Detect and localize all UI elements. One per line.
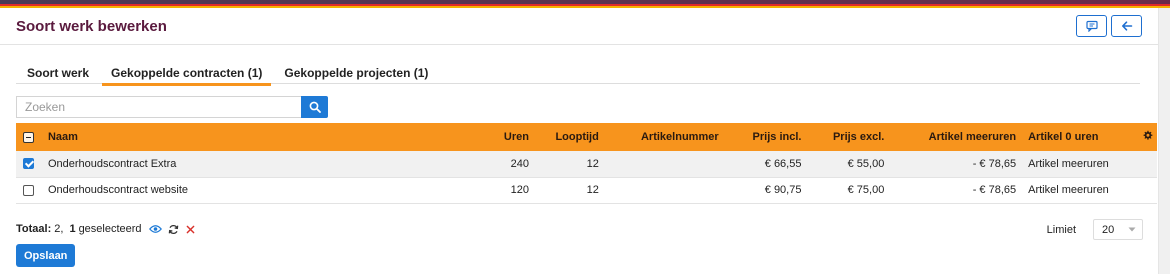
col-naam[interactable]: Naam	[42, 123, 321, 151]
page-scrollbar[interactable]	[1158, 8, 1170, 274]
edit-panel: Soort werk bewerken Soort werk Gekoppeld…	[0, 8, 1158, 274]
comment-button[interactable]	[1076, 15, 1107, 37]
refresh-icon[interactable]	[168, 224, 179, 235]
save-button[interactable]: Opslaan	[16, 244, 76, 267]
cell-artikel-meeruren: - € 78,65	[972, 184, 1017, 196]
caret-down-icon	[1128, 227, 1136, 232]
col-prijs-excl[interactable]: Prijs excl.	[807, 123, 890, 151]
page-title: Soort werk bewerken	[16, 17, 167, 35]
total-label: Totaal:	[16, 223, 52, 235]
contracts-table: Naam Uren Looptijd Artikelnummer Prijs i…	[16, 123, 1157, 204]
search-bar	[16, 96, 328, 118]
tab-soort-werk[interactable]: Soort werk	[16, 62, 100, 84]
col-artikel-meeruren[interactable]: Artikel meeruren	[890, 123, 1022, 151]
column-settings-button[interactable]	[1142, 123, 1157, 151]
selected-count: 1	[69, 223, 76, 235]
cell-prijs-excl: € 55,00	[847, 157, 885, 170]
limit-label: Limiet	[1046, 223, 1076, 236]
col-prijs-incl[interactable]: Prijs incl.	[725, 123, 808, 151]
select-all-checkbox[interactable]	[16, 123, 42, 151]
panel-header: Soort werk bewerken	[0, 8, 1158, 45]
cell-naam: Onderhoudscontract Extra	[47, 157, 177, 170]
tab-bar: Soort werk Gekoppelde contracten (1) Gek…	[16, 62, 1140, 86]
row-checkbox[interactable]	[16, 151, 42, 177]
cell-artikel-0-uren: Artikel meeruren	[1028, 184, 1109, 196]
cell-artikelnummer	[605, 177, 725, 203]
cell-uren: 240	[510, 157, 529, 170]
cell-artikel-0-uren: Artikel meeruren	[1028, 157, 1109, 170]
search-input[interactable]	[16, 96, 301, 118]
tab-gekoppelde-projecten[interactable]: Gekoppelde projecten (1)	[273, 62, 439, 84]
selected-label: geselecteerd	[78, 223, 142, 235]
search-icon	[309, 101, 321, 113]
col-artikelnummer[interactable]: Artikelnummer	[605, 123, 725, 151]
cell-prijs-excl: € 75,00	[847, 184, 885, 196]
cell-prijs-incl: € 66,55	[764, 157, 802, 170]
limit-value: 20	[1102, 223, 1115, 236]
cell-artikelnummer	[605, 151, 725, 177]
cell-looptijd: 12	[586, 157, 599, 170]
col-uren[interactable]: Uren	[321, 123, 535, 151]
table-row[interactable]: Onderhoudscontract Extra 240 12 € 66,55 …	[16, 151, 1157, 177]
cell-artikel-meeruren: - € 78,65	[972, 157, 1017, 170]
col-artikel-0-uren[interactable]: Artikel 0 uren	[1022, 123, 1142, 151]
clear-selection-icon[interactable]	[186, 225, 195, 234]
table-header-row: Naam Uren Looptijd Artikelnummer Prijs i…	[16, 123, 1157, 151]
comment-icon	[1085, 20, 1098, 32]
col-looptijd[interactable]: Looptijd	[535, 123, 605, 151]
back-button[interactable]	[1111, 15, 1142, 37]
table-row[interactable]: Onderhoudscontract website 120 12 € 90,7…	[16, 177, 1157, 203]
limit-select[interactable]: 20	[1093, 219, 1143, 240]
tab-gekoppelde-contracten[interactable]: Gekoppelde contracten (1)	[100, 62, 273, 86]
top-color-bar	[0, 0, 1170, 8]
table-footer: Totaal: 2, 1 geselecteerd	[16, 223, 195, 235]
cell-uren: 120	[510, 184, 529, 196]
row-checkbox[interactable]	[16, 177, 42, 203]
limit-control: Limiet 20	[1047, 219, 1143, 240]
eye-icon[interactable]	[148, 224, 162, 234]
search-button[interactable]	[301, 96, 328, 118]
gear-icon	[1143, 130, 1153, 140]
arrow-left-icon	[1121, 21, 1132, 31]
cell-naam: Onderhoudscontract website	[47, 184, 188, 196]
total-count: 2,	[54, 223, 64, 235]
cell-prijs-incl: € 90,75	[764, 184, 802, 196]
cell-looptijd: 12	[586, 184, 599, 196]
